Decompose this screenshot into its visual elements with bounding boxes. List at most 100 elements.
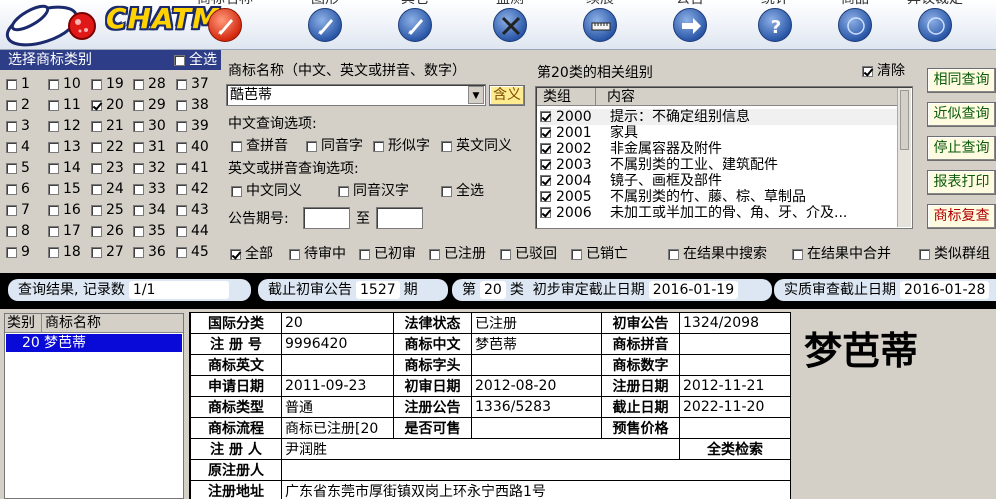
toolbar-button-6[interactable]: 统计? — [737, 0, 813, 49]
toolbar-button-3[interactable]: 监测 — [472, 0, 548, 49]
checkbox[interactable] — [91, 246, 102, 258]
checkbox[interactable] — [441, 140, 452, 152]
checkbox[interactable] — [571, 248, 582, 260]
checkbox[interactable] — [91, 225, 102, 237]
checkbox[interactable] — [48, 78, 59, 90]
category-40[interactable]: 40 — [176, 138, 209, 156]
status-filter-0[interactable]: 全部 — [230, 245, 273, 263]
category-12[interactable]: 12 — [48, 117, 81, 135]
category-16[interactable]: 16 — [48, 201, 81, 219]
checkbox[interactable] — [48, 246, 59, 258]
checkbox[interactable] — [540, 175, 551, 186]
checkbox[interactable] — [133, 204, 144, 216]
list-item[interactable]: 2000 提示：不确定组别信息 — [540, 109, 898, 125]
checkbox[interactable] — [91, 141, 102, 153]
checkbox[interactable] — [176, 204, 187, 216]
category-28[interactable]: 28 — [133, 75, 166, 93]
toolbar-button-7[interactable]: 商品 — [817, 0, 893, 49]
category-31[interactable]: 31 — [133, 138, 166, 156]
toolbar-button-4[interactable]: 续展 — [562, 0, 638, 49]
checkbox[interactable] — [133, 99, 144, 111]
search-option-1[interactable]: 在结果中合并 — [792, 245, 891, 263]
category-39[interactable]: 39 — [176, 117, 209, 135]
status-filter-1[interactable]: 待审中 — [289, 245, 346, 263]
category-32[interactable]: 32 — [133, 159, 166, 177]
category-34[interactable]: 34 — [133, 201, 166, 219]
checkbox[interactable] — [176, 225, 187, 237]
category-14[interactable]: 14 — [48, 159, 81, 177]
category-2[interactable]: 2 — [6, 96, 30, 114]
category-8[interactable]: 8 — [6, 222, 30, 240]
clear-checkbox[interactable] — [862, 65, 873, 77]
category-7[interactable]: 7 — [6, 201, 30, 219]
checkbox[interactable] — [441, 185, 452, 197]
checkbox[interactable] — [338, 185, 349, 197]
checkbox[interactable] — [6, 141, 17, 153]
contains-button[interactable]: 含义 — [489, 85, 525, 106]
checkbox[interactable] — [429, 248, 440, 260]
checkbox[interactable] — [6, 120, 17, 132]
checkbox[interactable] — [91, 183, 102, 195]
category-30[interactable]: 30 — [133, 117, 166, 135]
scroll-thumb[interactable] — [900, 90, 909, 150]
checkbox[interactable] — [6, 99, 17, 111]
category-36[interactable]: 36 — [133, 243, 166, 261]
checkbox[interactable] — [91, 99, 102, 111]
category-18[interactable]: 18 — [48, 243, 81, 261]
checkbox[interactable] — [792, 248, 803, 260]
list-item[interactable]: 2001 家具 — [540, 125, 898, 141]
category-1[interactable]: 1 — [6, 75, 30, 93]
checkbox[interactable] — [91, 162, 102, 174]
checkbox[interactable] — [540, 143, 551, 154]
category-19[interactable]: 19 — [91, 75, 124, 93]
category-17[interactable]: 17 — [48, 222, 81, 240]
category-select-all[interactable]: 全选 — [174, 50, 217, 70]
checkbox[interactable] — [6, 78, 17, 90]
checkbox[interactable] — [306, 140, 317, 152]
checkbox[interactable] — [540, 207, 551, 218]
category-13[interactable]: 13 — [48, 138, 81, 156]
status-filter-3[interactable]: 已注册 — [429, 245, 486, 263]
checkbox[interactable] — [540, 159, 551, 170]
checkbox[interactable] — [540, 111, 551, 122]
checkbox[interactable] — [133, 78, 144, 90]
checkbox[interactable] — [48, 225, 59, 237]
checkbox[interactable] — [231, 140, 242, 152]
checkbox[interactable] — [176, 183, 187, 195]
category-26[interactable]: 26 — [91, 222, 124, 240]
checkbox[interactable] — [133, 141, 144, 153]
period-from-input[interactable] — [303, 207, 350, 229]
checkbox[interactable] — [6, 183, 17, 195]
category-25[interactable]: 25 — [91, 201, 124, 219]
category-35[interactable]: 35 — [133, 222, 166, 240]
groups-scrollbar[interactable] — [897, 88, 911, 227]
checkbox[interactable] — [359, 248, 370, 260]
checkbox[interactable] — [6, 246, 17, 258]
list-item[interactable]: 2004 镜子、画框及部件 — [540, 173, 898, 189]
groups-list[interactable]: 类组 内容 2000 提示：不确定组别信息 2001 家具 2002 非金属容器及附件 20… — [535, 86, 913, 229]
checkbox[interactable] — [540, 127, 551, 138]
checkbox[interactable] — [48, 99, 59, 111]
checkbox[interactable] — [500, 248, 511, 260]
side-button-1[interactable]: 近似查询 — [927, 102, 996, 127]
cn-option-3[interactable]: 英文同义 — [441, 137, 512, 155]
list-item[interactable]: 2005 不属别类的竹、藤、棕、草制品 — [540, 189, 898, 205]
en-option-2[interactable]: 全选 — [441, 182, 484, 200]
category-22[interactable]: 22 — [91, 138, 124, 156]
category-20[interactable]: 20 — [91, 96, 124, 114]
category-4[interactable]: 4 — [6, 138, 30, 156]
cn-option-0[interactable]: 查拼音 — [231, 137, 288, 155]
checkbox[interactable] — [231, 185, 242, 197]
status-filter-5[interactable]: 已销亡 — [571, 245, 628, 263]
category-6[interactable]: 6 — [6, 180, 30, 198]
cn-option-2[interactable]: 形似字 — [373, 137, 430, 155]
checkbox[interactable] — [6, 162, 17, 174]
side-button-0[interactable]: 相同查询 — [927, 68, 996, 93]
side-button-4[interactable]: 商标复查 — [927, 204, 996, 229]
checkbox[interactable] — [48, 120, 59, 132]
full-search-link[interactable]: 全类检索 — [679, 438, 791, 460]
checkbox[interactable] — [91, 78, 102, 90]
category-10[interactable]: 10 — [48, 75, 81, 93]
toolbar-button-5[interactable]: 公告 — [652, 0, 728, 49]
checkbox[interactable] — [668, 248, 679, 260]
